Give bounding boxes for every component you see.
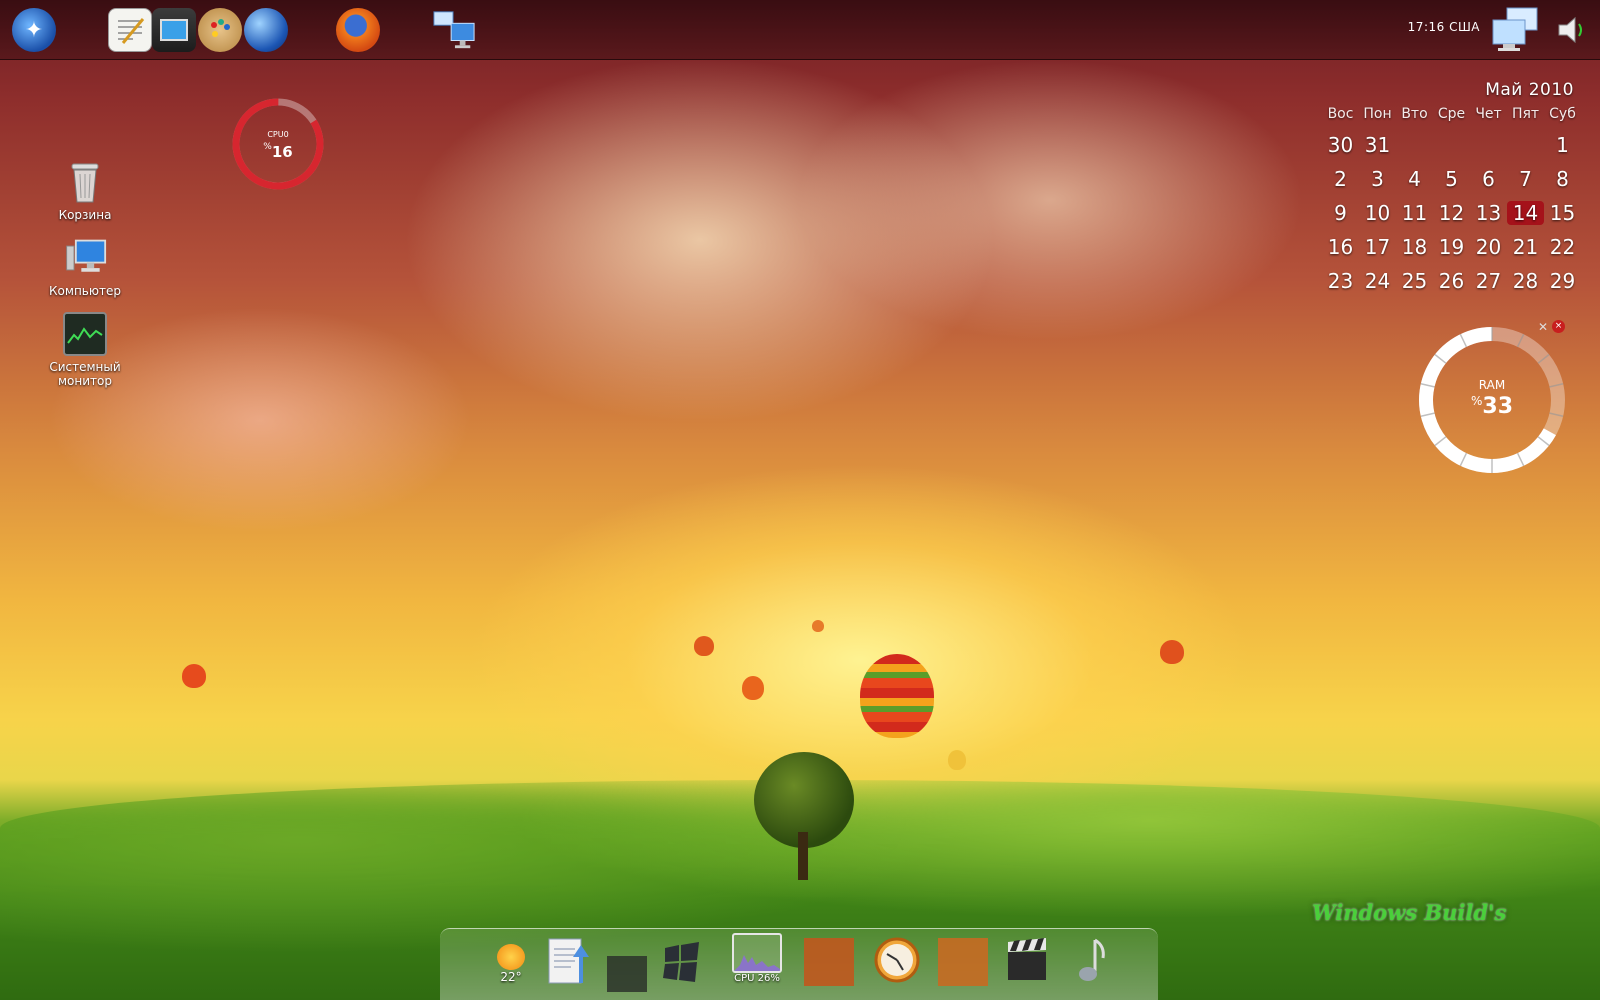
hot-air-balloon-large <box>860 654 934 738</box>
weather-widget[interactable]: 22° <box>486 938 536 990</box>
calendar-day[interactable]: 9 <box>1322 201 1359 225</box>
calendar-day[interactable]: 2 <box>1322 167 1359 191</box>
calendar-weekdays: Вос Пон Вто Сре Чет Пят Суб <box>1322 106 1584 122</box>
calendar-day[interactable]: 3 <box>1359 167 1396 191</box>
cpu-gauge[interactable]: CPU0 %16 <box>230 96 326 192</box>
trash-icon <box>63 160 107 204</box>
calendar-day[interactable]: 1 <box>1544 133 1581 157</box>
system-monitor-icon <box>63 312 107 356</box>
cpu-gauge-percent-sign: % <box>263 142 272 152</box>
hot-air-balloon-small <box>742 676 764 700</box>
globe-browser-icon[interactable] <box>244 8 288 52</box>
calendar-title: Май 2010 <box>1485 80 1574 100</box>
calendar-day[interactable]: 7 <box>1507 167 1544 191</box>
brand-logo-text: Windows Build's <box>1312 900 1507 925</box>
hot-air-balloon-small <box>948 750 966 770</box>
calendar-day[interactable]: 6 <box>1470 167 1507 191</box>
desktop-icon-label: Корзина <box>58 208 112 222</box>
music-note-icon[interactable] <box>1066 934 1116 986</box>
desktop-icon-label: Компьютер <box>49 284 121 298</box>
calendar-day[interactable]: 10 <box>1359 201 1396 225</box>
computer-icon <box>63 236 107 280</box>
calendar-day[interactable]: 23 <box>1322 269 1359 293</box>
hot-air-balloon-small <box>182 664 206 688</box>
calendar-weekday: Суб <box>1549 106 1576 122</box>
calendar-day[interactable]: 5 <box>1433 167 1470 191</box>
paint-icon[interactable] <box>198 8 242 52</box>
dark-tile[interactable] <box>602 948 652 1000</box>
calendar-weekday: Вто <box>1401 106 1428 122</box>
tools-icon[interactable]: ✕ <box>1538 320 1548 334</box>
calendar-weekday: Пят <box>1511 106 1540 122</box>
calendar-day[interactable]: 29 <box>1544 269 1581 293</box>
calendar-day[interactable]: 26 <box>1433 269 1470 293</box>
cpu-gauge-value-wrap: %16 <box>230 142 326 161</box>
calendar-day[interactable]: 30 <box>1322 133 1359 157</box>
cpu-graph-label: CPU 26% <box>734 972 780 984</box>
ram-gauge-value: 33 <box>1482 394 1514 419</box>
calendar-weekday: Вос <box>1327 106 1354 122</box>
ram-gauge-percent-sign: % <box>1470 394 1483 408</box>
calendar-day[interactable]: 16 <box>1322 235 1359 259</box>
calendar-day[interactable]: 31 <box>1359 133 1396 157</box>
volume-icon[interactable] <box>1552 8 1592 52</box>
calendar-day[interactable]: 13 <box>1470 201 1507 225</box>
document-upload-icon[interactable] <box>544 936 594 988</box>
calendar-day[interactable]: 21 <box>1507 235 1544 259</box>
firefox-icon[interactable] <box>336 8 380 52</box>
hot-air-balloon-small <box>812 620 824 632</box>
video-editor-icon[interactable] <box>152 8 196 52</box>
cpu-graph-widget[interactable]: CPU 26% <box>730 932 784 984</box>
calendar-day[interactable]: 24 <box>1359 269 1396 293</box>
calendar-weekday: Пон <box>1363 106 1392 122</box>
ram-gauge-value-wrap: %33 <box>1414 394 1570 419</box>
clock-icon[interactable] <box>872 934 922 986</box>
calendar-day[interactable]: 28 <box>1507 269 1544 293</box>
ram-gauge-label: RAM <box>1478 378 1506 392</box>
cpu-graph <box>732 932 782 973</box>
desktop-icon-system-monitor[interactable]: Системный монитор <box>40 312 130 388</box>
calendar-weekday: Чет <box>1475 106 1502 122</box>
clock[interactable]: 17:16 США <box>1408 20 1480 34</box>
ram-gauge[interactable]: RAM %33 ✕ × <box>1414 320 1570 478</box>
top-panel: ✦ 17:16 США <box>0 0 1600 60</box>
cpu-gauge-label: CPU0 <box>267 130 289 139</box>
calendar-day[interactable]: 12 <box>1433 201 1470 225</box>
windows-flag-icon[interactable] <box>656 936 706 988</box>
calendar-widget[interactable]: Май 2010 Вос Пон Вто Сре Чет Пят Суб 30 31 1 2 3 4 5… <box>1322 80 1584 298</box>
desktop-icon-computer[interactable]: Компьютер <box>40 236 130 298</box>
hot-air-balloon-small <box>694 636 714 656</box>
network-status-icon[interactable] <box>1490 7 1550 52</box>
tree-icon <box>744 752 864 882</box>
cpu-gauge-value: 16 <box>271 143 293 161</box>
calendar-days: 30 31 1 2 3 4 5 6 7 8 9 10 11 12 13 14 15 16 17 18 19 20 21 22 2… <box>1322 128 1584 298</box>
calendar-day[interactable]: 19 <box>1433 235 1470 259</box>
orange-tile[interactable] <box>804 936 854 988</box>
clapperboard-icon[interactable] <box>1002 934 1052 986</box>
weather-temp: 22° <box>500 970 522 984</box>
app-menu-icon[interactable]: ✦ <box>12 8 56 52</box>
calendar-day[interactable]: 22 <box>1544 235 1581 259</box>
desktop-icon-label: Системный монитор <box>49 360 121 388</box>
weather-icon <box>497 944 525 970</box>
orange-tile-2[interactable] <box>938 936 988 988</box>
calendar-day[interactable]: 11 <box>1396 201 1433 225</box>
calendar-weekday: Сре <box>1437 106 1466 122</box>
close-icon[interactable]: × <box>1552 320 1565 333</box>
text-editor-icon[interactable] <box>108 8 152 52</box>
desktop-icon-trash[interactable]: Корзина <box>40 160 130 222</box>
hot-air-balloon-small <box>1160 640 1184 664</box>
calendar-day[interactable]: 8 <box>1544 167 1581 191</box>
calendar-day[interactable]: 18 <box>1396 235 1433 259</box>
calendar-day[interactable]: 20 <box>1470 235 1507 259</box>
calendar-day[interactable]: 25 <box>1396 269 1433 293</box>
desktop: { "top_panel": { "clock": "17:16 США", "… <box>0 0 1600 1000</box>
network-icon[interactable] <box>432 8 476 52</box>
calendar-day[interactable]: 4 <box>1396 167 1433 191</box>
calendar-day[interactable]: 27 <box>1470 269 1507 293</box>
calendar-day[interactable]: 14 <box>1507 201 1544 225</box>
calendar-day[interactable]: 15 <box>1544 201 1581 225</box>
calendar-day[interactable]: 17 <box>1359 235 1396 259</box>
